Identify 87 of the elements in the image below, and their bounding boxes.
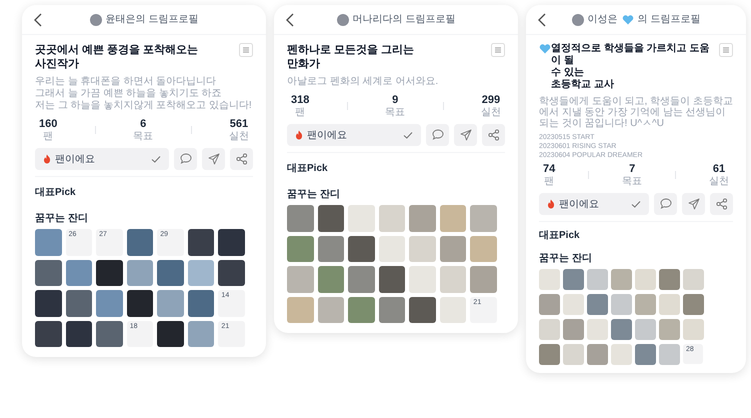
share-button[interactable]	[230, 148, 253, 170]
profile-name: 윤태은의 드림프로필	[106, 13, 198, 27]
comment-icon	[178, 152, 192, 166]
stat-label: 팬	[295, 107, 306, 118]
fan-button[interactable]: 팬이에요	[287, 124, 421, 146]
stat-label: 목표	[622, 176, 642, 187]
fire-icon	[295, 130, 303, 140]
stat-value: 74	[543, 163, 556, 176]
stat-value: 9	[392, 94, 398, 107]
stat-label: 목표	[133, 131, 154, 142]
share-button[interactable]	[482, 124, 505, 146]
photo-placeholder[interactable]	[35, 320, 62, 348]
bio-text: 아날로그 펜화의 세계로 어서와요.	[287, 76, 440, 88]
photo-placeholder[interactable]	[409, 296, 436, 324]
profile-name-suffix: 의 드림프로필	[638, 13, 700, 27]
stat-value: 318	[291, 94, 310, 107]
profile-title: 곳곳에서 예쁜 풍경을 포착해오는 사진작가	[35, 43, 198, 71]
back-icon[interactable]	[34, 12, 43, 26]
comment-button[interactable]	[426, 124, 449, 146]
avatar	[572, 14, 584, 26]
photo-placeholder[interactable]	[66, 290, 92, 317]
stat-value: 561	[230, 118, 248, 131]
section-title: 꿈꾸는 잔디	[287, 188, 341, 202]
section-title: 꿈꾸는 잔디	[539, 252, 593, 266]
avatar	[90, 14, 102, 26]
send-button[interactable]	[454, 124, 477, 146]
photo-placeholder[interactable]	[218, 260, 245, 286]
stat-label: 실천	[228, 131, 249, 142]
profile-name: 머나리다의 드림프로필	[352, 13, 456, 27]
stat-label: 실천	[709, 176, 729, 187]
photo-placeholder[interactable]	[96, 320, 123, 348]
share-button[interactable]	[710, 193, 733, 215]
section-title: 대표Pick	[539, 229, 581, 243]
stat-value: 61	[712, 163, 726, 176]
back-icon[interactable]	[286, 12, 295, 26]
bio-text: 저는 그 하늘을 놓치지않게 포착해오고 있습니다!	[35, 100, 253, 112]
bio-text: 우리는 늘 휴대폰을 하면서 돌아다닙니다	[35, 76, 218, 88]
comment-icon	[430, 128, 444, 142]
photo-placeholder[interactable]	[66, 320, 92, 348]
photo-placeholder[interactable]	[96, 260, 123, 286]
share-icon	[486, 128, 500, 142]
bio-text: 그래서 늘 가끔 예쁜 하늘을 놓치기도 하죠	[35, 88, 223, 100]
section-title: 꿈꾸는 잔디	[35, 212, 89, 226]
menu-icon[interactable]	[239, 43, 253, 57]
share-icon	[714, 197, 728, 211]
section-title: 대표Pick	[287, 162, 329, 176]
profile-title: 열정적으로 학생들을 가르치고 도움이 될 수 있는 초등학교 교사	[551, 43, 710, 91]
section-title: 대표Pick	[35, 186, 77, 200]
stat-label: 팬	[544, 176, 554, 187]
photo-placeholder[interactable]	[35, 260, 62, 286]
fan-button[interactable]: 팬이에요	[539, 193, 649, 215]
share-icon	[234, 152, 248, 166]
check-icon	[631, 200, 641, 208]
fan-button[interactable]: 팬이에요	[35, 148, 169, 170]
photo-placeholder[interactable]	[318, 205, 344, 232]
comment-button[interactable]	[654, 193, 677, 215]
check-icon	[403, 130, 413, 140]
profile-name: 이성은	[588, 13, 618, 27]
bio-text: 학생들에게 도움이 되고, 학생들이 초등학교에서 지낼 동안 가장 기억에 남는 선생님이 되는 것이 꿈입니다! U^ㅅ^U	[539, 96, 733, 129]
menu-icon[interactable]	[491, 43, 505, 57]
photo-placeholder[interactable]	[378, 266, 406, 293]
send-icon	[206, 152, 220, 166]
profile-title: 펜하나로 모든것을 그리는 만화가	[287, 43, 414, 71]
photo-placeholder[interactable]	[188, 229, 214, 256]
stat-value: 160	[39, 118, 58, 131]
back-icon[interactable]	[538, 12, 547, 26]
stat-label: 팬	[43, 131, 54, 142]
stat-label: 실천	[480, 107, 501, 118]
avatar	[336, 14, 349, 26]
check-icon	[151, 154, 161, 164]
stat-label: 목표	[385, 107, 406, 118]
fire-icon	[43, 154, 51, 164]
stat-value: 299	[482, 94, 500, 107]
stat-value: 6	[140, 118, 146, 131]
photo-placeholder[interactable]	[126, 290, 154, 317]
comment-button[interactable]	[174, 148, 197, 170]
send-button[interactable]	[682, 193, 705, 215]
send-icon	[458, 128, 472, 142]
fire-icon	[547, 199, 555, 209]
stat-value: 7	[629, 163, 636, 176]
comment-icon	[658, 197, 672, 211]
photo-placeholder[interactable]	[348, 236, 375, 262]
menu-icon[interactable]	[719, 43, 733, 57]
photo-placeholder[interactable]	[157, 320, 184, 348]
send-icon	[686, 197, 700, 211]
send-button[interactable]	[202, 148, 225, 170]
heart-icon	[622, 14, 634, 26]
